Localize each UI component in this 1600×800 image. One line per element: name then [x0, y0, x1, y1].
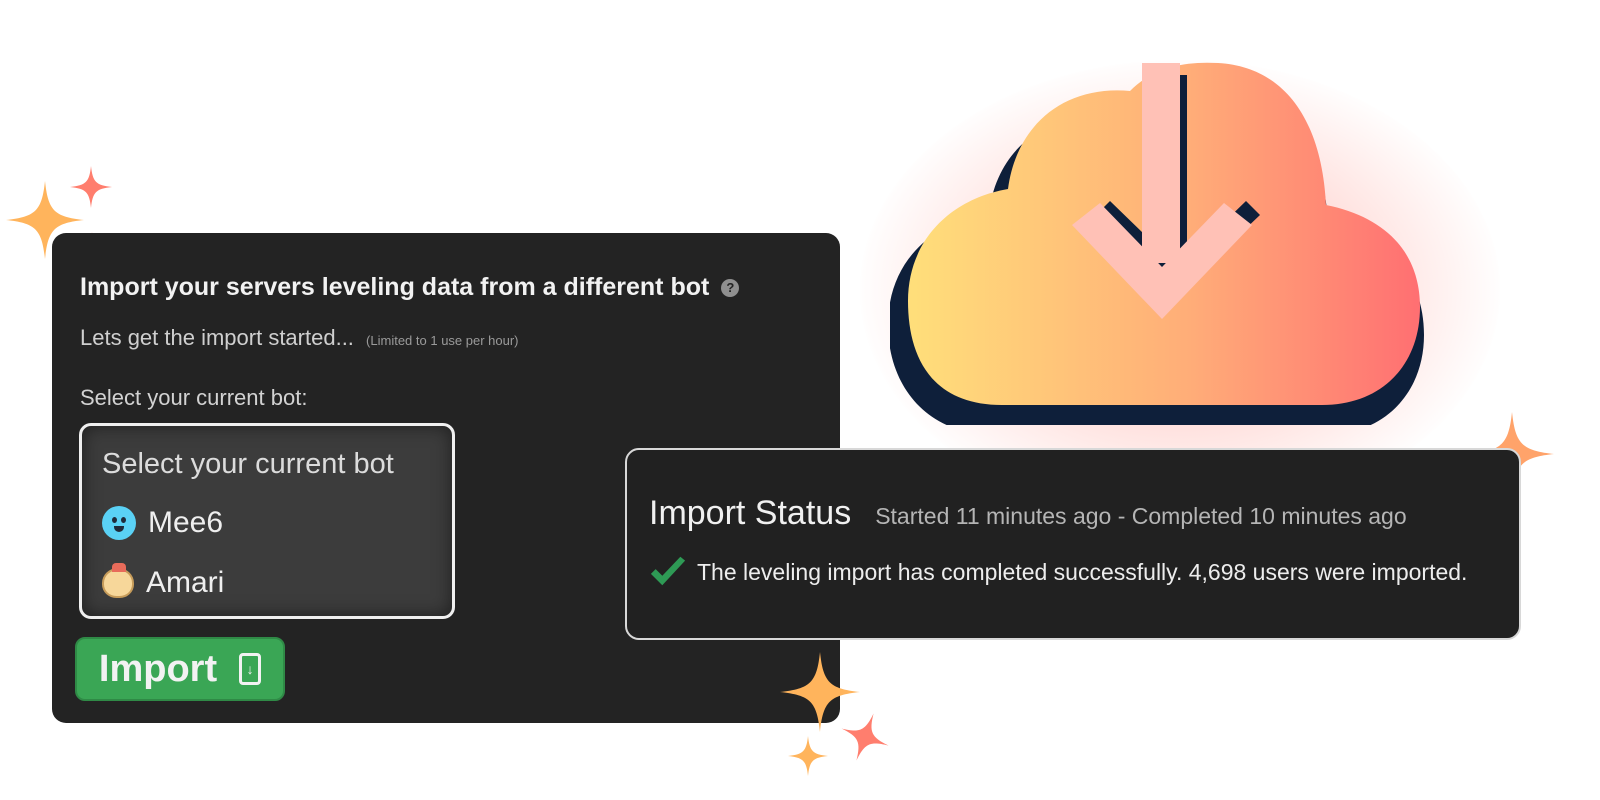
bot-option-mee6[interactable]: Mee6 [102, 506, 223, 540]
status-header: Import Status Started 11 minutes ago - C… [649, 494, 1407, 533]
status-title: Import Status [649, 494, 852, 532]
help-icon[interactable]: ? [721, 278, 740, 297]
card-title: Import your servers leveling data from a… [80, 273, 740, 302]
bot-option-label: Amari [146, 566, 225, 599]
select-label: Select your current bot: [80, 385, 308, 410]
limit-note: (Limited to 1 use per hour) [366, 333, 519, 348]
sparkle-icon [841, 713, 889, 761]
cloud-download-icon [890, 55, 1450, 425]
bot-select-placeholder: Select your current bot [102, 448, 394, 480]
status-message: The leveling import has completed succes… [649, 556, 1467, 588]
amari-icon [102, 563, 134, 598]
status-timing: Started 11 minutes ago - Completed 10 mi… [875, 503, 1407, 529]
bot-option-amari[interactable]: Amari [102, 563, 225, 600]
mee6-icon [102, 506, 136, 540]
import-button[interactable]: Import ↓ [75, 637, 285, 701]
sparkle-icon [70, 166, 112, 208]
subtitle-text: Lets get the import started... [80, 325, 354, 350]
bot-select[interactable]: Select your current bot Mee6 Amari [79, 423, 455, 619]
bot-option-label: Mee6 [148, 506, 224, 539]
check-icon [650, 556, 686, 586]
import-button-label: Import [98, 647, 218, 690]
subtitle: Lets get the import started... (Limited … [80, 325, 519, 351]
status-message-text: The leveling import has completed succes… [697, 558, 1468, 585]
sparkle-icon [788, 736, 828, 776]
import-status-panel: Import Status Started 11 minutes ago - C… [625, 448, 1521, 640]
card-title-text: Import your servers leveling data from a… [80, 273, 710, 301]
download-file-icon: ↓ [239, 653, 262, 685]
